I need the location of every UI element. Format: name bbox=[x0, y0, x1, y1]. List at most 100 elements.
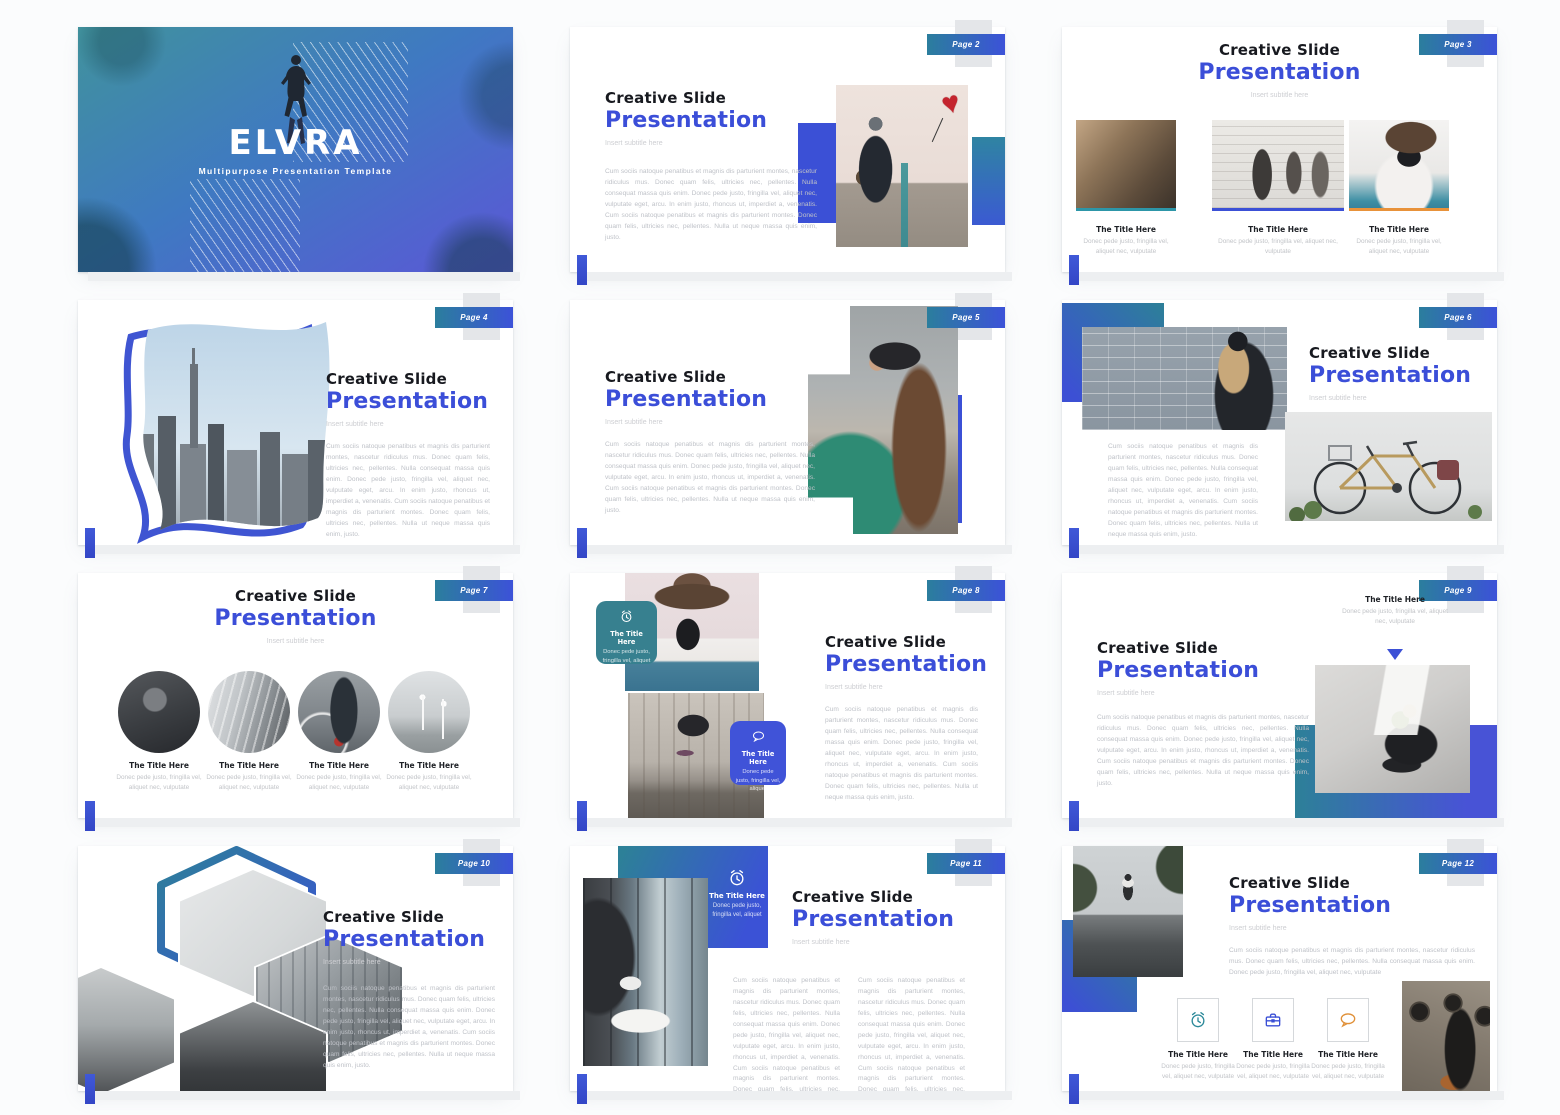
heading-block: Creative Slide Presentation Insert subti… bbox=[605, 89, 767, 147]
heading-block: Creative Slide Presentation Insert subti… bbox=[605, 368, 767, 426]
slide-11[interactable]: The Title Here Donec pede justo, fringil… bbox=[570, 846, 1005, 1091]
body-text: Cum sociis natoque penatibus et magnis d… bbox=[605, 167, 817, 244]
slide-canvas: Creative Slide Presentation Insert subti… bbox=[1062, 300, 1497, 545]
figure-card bbox=[1212, 120, 1344, 211]
page-badge: Page 4 bbox=[435, 307, 513, 328]
cover-title: ELVRA bbox=[78, 123, 513, 163]
page-badge: Page 5 bbox=[927, 307, 1005, 328]
slide-canvas: Creative Slide Presentation Insert subti… bbox=[78, 300, 513, 545]
slide-title: Presentation bbox=[326, 389, 488, 414]
header-label-title: The Title Here bbox=[708, 892, 766, 900]
speech-bubble-icon bbox=[751, 729, 766, 744]
caption-title: The Title Here bbox=[1349, 225, 1449, 234]
slide-canvas: The Title Here Donec pede justo, fringil… bbox=[570, 846, 1005, 1091]
info-card-blue: The Title Here Donec pede justo, fringil… bbox=[730, 721, 786, 785]
body-text: Cum sociis natoque penatibus et magnis d… bbox=[326, 442, 490, 540]
photo-street-silhouettes bbox=[1212, 120, 1344, 208]
photo-circle-subway bbox=[208, 671, 290, 753]
slide-2[interactable]: Creative Slide Presentation Insert subti… bbox=[570, 27, 1005, 272]
page-badge: Page 12 bbox=[1419, 853, 1497, 874]
slide-title: Presentation bbox=[825, 652, 987, 677]
caption-text: Donec pede justo, fringilla vel, aliquet… bbox=[1156, 1062, 1240, 1082]
slide-subtitle: Insert subtitle here bbox=[78, 638, 513, 645]
slide-kicker: Creative Slide bbox=[792, 888, 954, 906]
heading-block: Creative Slide Presentation Insert subti… bbox=[792, 888, 954, 946]
slide-title: Presentation bbox=[1309, 363, 1471, 388]
info-card-text: Donec pede justo, fringilla vel, aliquet bbox=[735, 768, 781, 794]
slide-subtitle: Insert subtitle here bbox=[323, 959, 485, 966]
photo-camera-girl bbox=[808, 306, 958, 534]
heading-block: Creative Slide Presentation Insert subti… bbox=[825, 633, 987, 691]
cover-photo: ELVRA Multipurpose Presentation Template bbox=[78, 27, 513, 272]
slide-subtitle: Insert subtitle here bbox=[605, 419, 767, 426]
slide-8[interactable]: The Title Here Donec pede justo, fringil… bbox=[570, 573, 1005, 818]
photo-circle-windmills bbox=[388, 671, 470, 753]
slide-4[interactable]: Creative Slide Presentation Insert subti… bbox=[78, 300, 513, 545]
corner-accent-bar bbox=[1069, 255, 1079, 285]
figure-caption: The Title Here Donec pede justo, fringil… bbox=[1212, 225, 1344, 257]
feature-caption: The Title Here Donec pede justo, fringil… bbox=[1306, 1050, 1390, 1082]
caption-title: The Title Here bbox=[1076, 225, 1176, 234]
slide-title: Presentation bbox=[792, 907, 954, 932]
caption-title: The Title Here bbox=[1231, 1050, 1315, 1059]
corner-accent-bar bbox=[1069, 801, 1079, 831]
page-badge: Page 10 bbox=[435, 853, 513, 874]
body-text: Cum sociis natoque penatibus et magnis d… bbox=[1097, 713, 1309, 790]
slide-kicker: Creative Slide bbox=[1309, 344, 1471, 362]
caption-title: The Title Here bbox=[111, 761, 207, 770]
figure-caption: The Title Here Donec pede justo, fringil… bbox=[111, 761, 207, 793]
caption-text: Donec pede justo, fringilla vel, aliquet… bbox=[1212, 237, 1344, 257]
slide-title: Presentation bbox=[605, 108, 767, 133]
figure-caption: The Title Here Donec pede justo, fringil… bbox=[1342, 595, 1448, 627]
info-card-text: Donec pede justo, fringilla vel, aliquet bbox=[601, 648, 652, 665]
slide-kicker: Creative Slide bbox=[78, 587, 513, 605]
slide-5[interactable]: Creative Slide Presentation Insert subti… bbox=[570, 300, 1005, 545]
caption-title: The Title Here bbox=[1156, 1050, 1240, 1059]
slide-title: Presentation bbox=[1062, 60, 1497, 85]
body-text-column-2: Cum sociis natoque penatibus et magnis d… bbox=[858, 976, 965, 1091]
cover-subtitle: Multipurpose Presentation Template bbox=[78, 166, 513, 176]
photo-hat-photographer bbox=[1349, 120, 1449, 208]
slide-3[interactable]: Creative Slide Presentation Insert subti… bbox=[1062, 27, 1497, 272]
slide-12[interactable]: Creative Slide Presentation Insert subti… bbox=[1062, 846, 1497, 1091]
caption-title: The Title Here bbox=[1342, 595, 1448, 604]
slide-6[interactable]: Creative Slide Presentation Insert subti… bbox=[1062, 300, 1497, 545]
slide-subtitle: Insert subtitle here bbox=[1229, 925, 1391, 932]
corner-accent-bar bbox=[1069, 528, 1079, 558]
slide-subtitle: Insert subtitle here bbox=[1097, 690, 1259, 697]
blue-accent-bar bbox=[1212, 208, 1344, 211]
slide-subtitle: Insert subtitle here bbox=[605, 140, 767, 147]
caption-title: The Title Here bbox=[381, 761, 477, 770]
feature-box-briefcase bbox=[1252, 998, 1294, 1042]
figure-caption: The Title Here Donec pede justo, fringil… bbox=[381, 761, 477, 793]
slide-kicker: Creative Slide bbox=[605, 368, 767, 386]
heading-block: Creative Slide Presentation Insert subti… bbox=[1097, 639, 1259, 697]
figure-caption: The Title Here Donec pede justo, fringil… bbox=[1349, 225, 1449, 257]
slide-1-cover[interactable]: ELVRA Multipurpose Presentation Template bbox=[78, 27, 513, 272]
corner-accent-bar bbox=[577, 1074, 587, 1104]
slide-title: Presentation bbox=[1229, 893, 1391, 918]
figure-caption: The Title Here Donec pede justo, fringil… bbox=[1076, 225, 1176, 257]
heading-block: Creative Slide Presentation Insert subti… bbox=[1062, 41, 1497, 99]
heading-block: Creative Slide Presentation Insert subti… bbox=[78, 587, 513, 645]
slide-10[interactable]: Creative Slide Presentation Insert subti… bbox=[78, 846, 513, 1091]
info-card-teal: The Title Here Donec pede justo, fringil… bbox=[596, 601, 657, 664]
body-text: Cum sociis natoque penatibus et magnis d… bbox=[825, 705, 978, 803]
caption-title: The Title Here bbox=[201, 761, 297, 770]
city-photo-blob bbox=[78, 304, 348, 544]
caption-title: The Title Here bbox=[1212, 225, 1344, 234]
slide-canvas: Creative Slide Presentation Insert subti… bbox=[1062, 846, 1497, 1091]
photo-cafe-interior bbox=[1076, 120, 1176, 208]
page-badge: Page 2 bbox=[927, 34, 1005, 55]
diagonal-stripes-decoration bbox=[190, 179, 300, 272]
photo-sitting-person bbox=[1315, 665, 1470, 793]
slide-title: Presentation bbox=[605, 387, 767, 412]
orange-accent-bar bbox=[1349, 208, 1449, 211]
slide-9[interactable]: Creative Slide Presentation Insert subti… bbox=[1062, 573, 1497, 818]
template-preview-board: ELVRA Multipurpose Presentation Template… bbox=[0, 0, 1560, 1115]
corner-accent-bar bbox=[1069, 1074, 1079, 1104]
page-badge: Page 6 bbox=[1419, 307, 1497, 328]
figure-card bbox=[1076, 120, 1176, 211]
page-badge: Page 11 bbox=[927, 853, 1005, 874]
slide-7[interactable]: Creative Slide Presentation Insert subti… bbox=[78, 573, 513, 818]
